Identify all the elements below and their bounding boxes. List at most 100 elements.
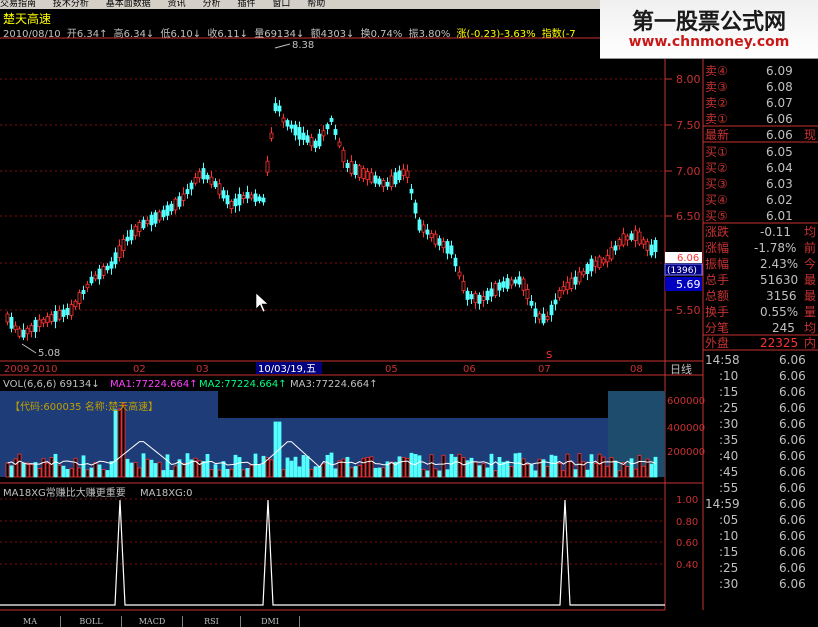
candle-body (521, 278, 526, 291)
volume-bar (369, 456, 374, 478)
candle-body (129, 229, 134, 241)
volume-bar (85, 469, 90, 478)
volume-bar (301, 454, 306, 478)
tab-boll[interactable]: BOLL (61, 616, 122, 627)
volume-bar (321, 463, 326, 478)
volume-bar (153, 463, 158, 478)
volume-bar (461, 457, 466, 478)
candle-body (441, 241, 446, 249)
candle-body (409, 188, 414, 194)
volume-bar (593, 462, 598, 478)
volume-bar (273, 421, 278, 478)
candle-body (557, 290, 562, 298)
tick-time: :25 (719, 561, 738, 575)
stat-extra: 今 (804, 256, 816, 271)
volume-bar (249, 464, 254, 478)
outer-disk-extra: 内 (804, 336, 816, 350)
candle-body (509, 279, 514, 286)
volume-bar (309, 468, 314, 478)
tab-ma[interactable]: MA (0, 616, 61, 627)
candle-body (345, 163, 350, 168)
volume-bar (517, 452, 522, 478)
tick-time: :10 (719, 529, 738, 543)
candle-body (361, 168, 366, 179)
candle-body (177, 196, 182, 207)
volume-bar (25, 462, 30, 478)
tab-dmi[interactable]: DMI (241, 616, 300, 627)
time-axis-label: 02 (133, 364, 146, 375)
candle-body (89, 276, 94, 284)
candle-body (549, 304, 554, 316)
candle-body (457, 271, 462, 277)
tick-price: 6.06 (779, 529, 806, 543)
price-axis-label: 6.50 (676, 210, 701, 223)
volume-bar (61, 465, 66, 478)
volume-bar (449, 454, 454, 478)
volume-bar (281, 469, 286, 478)
volume-bar (73, 457, 78, 478)
volume-bar (269, 459, 274, 478)
price-axis-label: 5.50 (676, 304, 701, 317)
volume-bar (217, 469, 222, 478)
candle-body (77, 292, 82, 304)
stat-value: 3156 (766, 289, 797, 303)
price-axis-label: 7.00 (676, 165, 701, 178)
vol-header: VOL(6,6,6) 69134↓ (3, 379, 100, 390)
candle-body (405, 170, 410, 178)
price-axis-label: 8.00 (676, 73, 701, 86)
candle-body (201, 168, 206, 180)
tab-macd[interactable]: MACD (122, 616, 183, 627)
volume-bar (401, 457, 406, 478)
tick-time: :30 (719, 417, 738, 431)
candle-body (421, 224, 426, 233)
time-axis-label: 2009 (4, 364, 29, 375)
brand-banner: 第一股票公式网 www.chnmoney.com (600, 0, 818, 59)
volume-bar (185, 453, 190, 478)
candle-body (253, 193, 258, 202)
tick-time: :40 (719, 449, 738, 463)
volume-bar (213, 464, 218, 478)
volume-bar (245, 468, 250, 478)
volume-bar (157, 461, 162, 478)
volume-bar (481, 463, 486, 478)
tick-price: 6.06 (779, 353, 806, 367)
time-axis-label: 06 (463, 364, 476, 375)
candle-body (505, 278, 510, 289)
volume-bar (549, 454, 554, 478)
volume-bar (65, 468, 70, 478)
sell-2-price: 6.07 (766, 96, 793, 110)
candle-body (533, 308, 538, 317)
order-book: 卖④ 6.09 卖③ 6.08 卖② 6.07 卖① 6.06 最新 6.06 … (703, 64, 818, 224)
candle-body (581, 270, 586, 276)
indicator-axis-label: 0.40 (676, 560, 698, 571)
volume-bar (13, 458, 18, 478)
candle-body (601, 258, 606, 264)
candle-body (85, 283, 90, 289)
chart-canvas[interactable]: 8.00 7.50 7.00 6.50 5.50 6.06 (1396) 5.6… (0, 0, 818, 627)
low-marker-line (21, 343, 37, 354)
sell-4-price: 6.09 (766, 64, 793, 78)
volume-bar (201, 461, 206, 478)
tick-time: 14:58 (705, 353, 740, 367)
period-label[interactable]: 日线 (670, 362, 692, 376)
candle-body (381, 180, 386, 187)
candle-body (653, 240, 658, 252)
tab-rsi[interactable]: RSI (183, 616, 241, 627)
stock-info-label: 【代码:600035 名称:楚天高速】 (10, 400, 158, 413)
candle-body (209, 176, 214, 185)
sell-2-label: 卖② (705, 96, 728, 110)
candle-body (537, 313, 542, 320)
indicator-title: MA18XG常赚比大赚更重要 (3, 486, 126, 499)
volume-bar (69, 468, 74, 478)
candle-body (121, 238, 126, 252)
volume-bar (605, 465, 610, 478)
volume-bar (77, 467, 82, 478)
candle-body (593, 260, 598, 267)
candle-body (117, 245, 122, 258)
volume-bar (589, 454, 594, 478)
candle-body (465, 290, 470, 300)
candle-body (389, 175, 394, 187)
volume-bar (453, 456, 458, 478)
tick-list: 14:58 6.06 :10 6.06 :15 6.06 :25 6.06 :3… (705, 353, 806, 591)
volume-bar (389, 461, 394, 478)
